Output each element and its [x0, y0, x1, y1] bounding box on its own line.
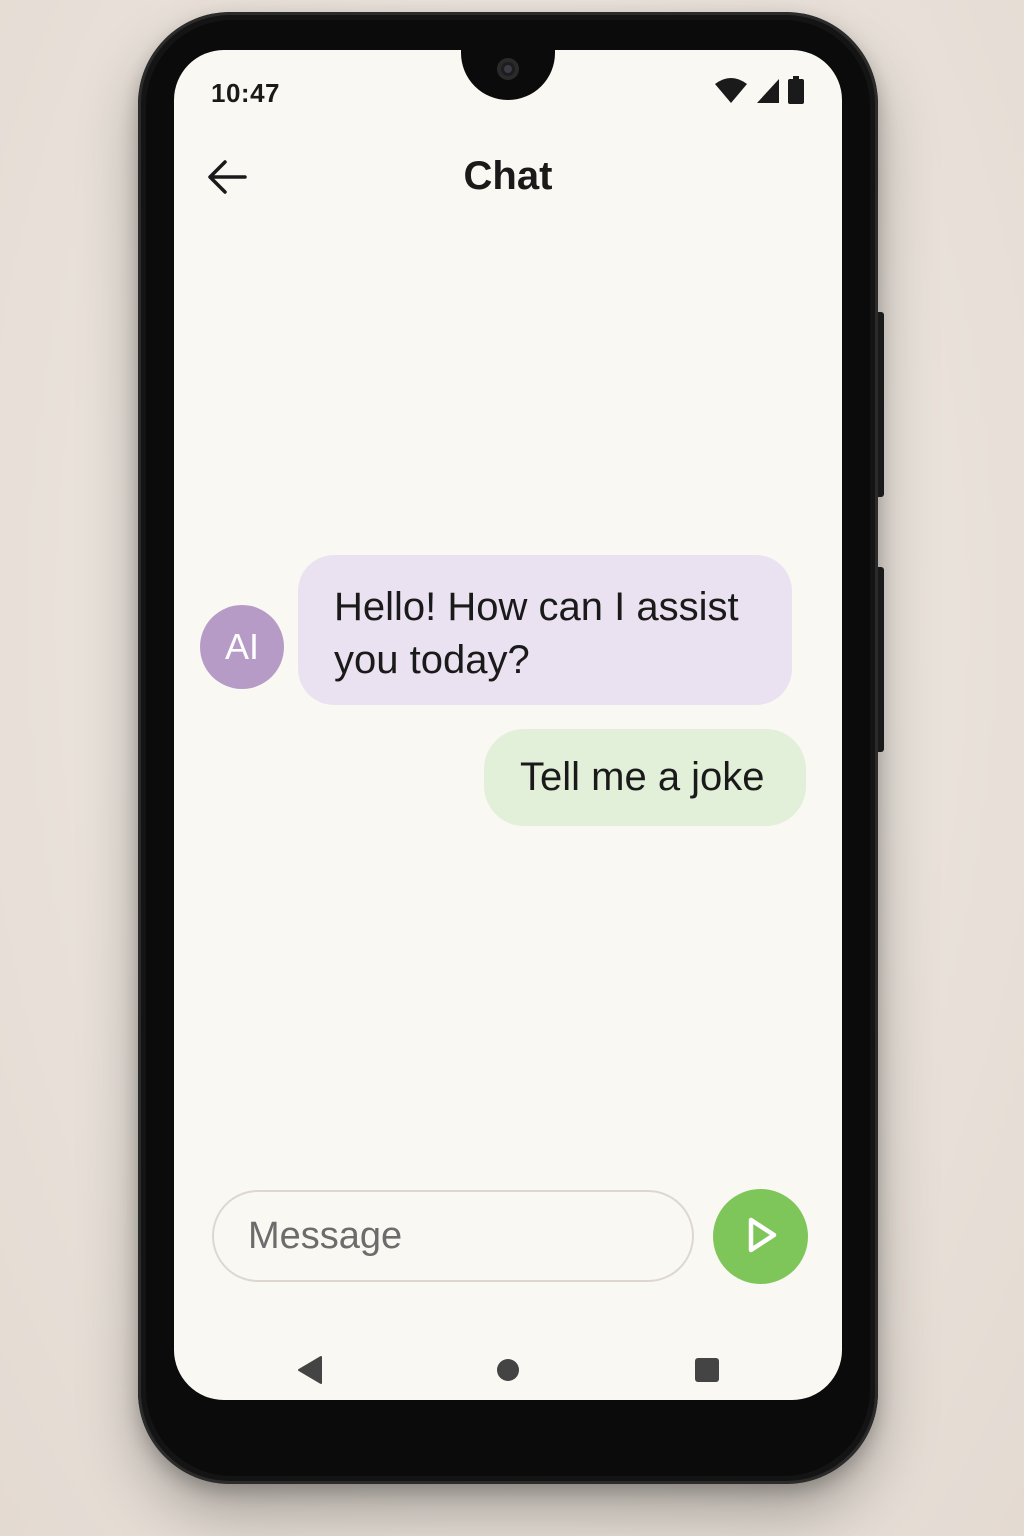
nav-home-icon — [496, 1358, 520, 1387]
phone-screen: 10:47 Chat AI Hello! How can I assist yo… — [174, 50, 842, 1400]
camera-notch — [461, 50, 555, 100]
battery-icon — [788, 76, 804, 109]
message-input[interactable] — [212, 1190, 694, 1282]
nav-recents-button[interactable] — [685, 1350, 729, 1394]
nav-back-icon — [297, 1355, 323, 1390]
send-play-icon — [741, 1215, 781, 1258]
wifi-icon — [714, 78, 748, 109]
ai-message-bubble: Hello! How can I assist you today? — [298, 555, 792, 705]
send-button[interactable] — [713, 1189, 808, 1284]
status-time: 10:47 — [211, 78, 280, 108]
front-camera-icon — [497, 58, 519, 80]
status-icons — [714, 76, 804, 109]
phone-device: 10:47 Chat AI Hello! How can I assist yo… — [138, 12, 884, 1484]
nav-back-button[interactable] — [288, 1350, 332, 1394]
power-button — [878, 567, 884, 752]
volume-button — [878, 312, 884, 497]
user-message-bubble: Tell me a joke — [484, 729, 806, 826]
page-title: Chat — [463, 154, 553, 198]
cellular-signal-icon — [756, 78, 780, 109]
nav-home-button[interactable] — [486, 1350, 530, 1394]
nav-recents-icon — [694, 1357, 720, 1388]
ai-avatar: AI — [200, 605, 284, 689]
